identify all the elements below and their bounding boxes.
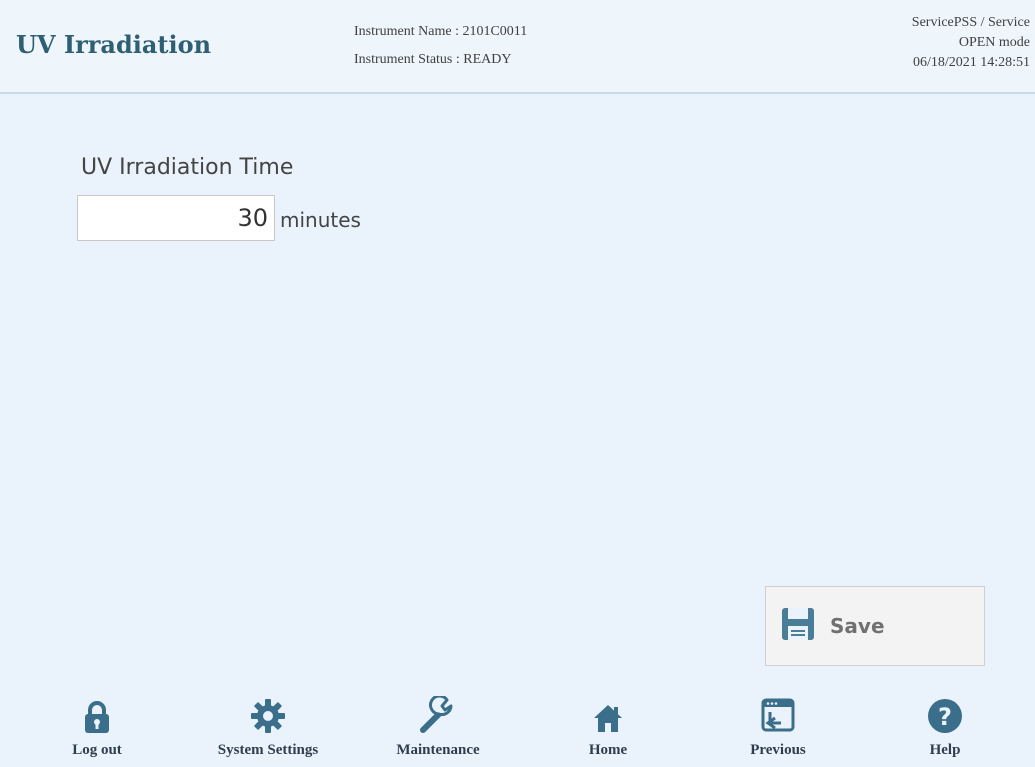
- uv-irradiation-time-input[interactable]: [77, 195, 275, 241]
- help-icon: ?: [927, 690, 963, 734]
- nav-system-settings-button[interactable]: System Settings: [193, 690, 343, 767]
- nav-system-settings-label: System Settings: [217, 742, 319, 758]
- header-bar: UV Irradiation Instrument Name : 2101C00…: [0, 0, 1035, 94]
- access-mode: OPEN mode: [958, 35, 1030, 50]
- save-button[interactable]: Save: [765, 586, 985, 666]
- instrument-name: Instrument Name : 2101C0011: [354, 24, 528, 39]
- nav-logout-label: Log out: [72, 742, 122, 758]
- user-account: ServicePSS / Service: [911, 15, 1030, 30]
- lock-icon: [83, 690, 111, 734]
- user-info: ServicePSS / Service OPEN mode 06/18/202…: [912, 13, 1030, 73]
- nav-previous-label: Previous: [750, 742, 806, 758]
- nav-home-button[interactable]: Home: [533, 690, 683, 767]
- nav-logout-button[interactable]: Log out: [22, 690, 172, 767]
- floppy-disk-icon: [780, 606, 816, 646]
- current-datetime: 06/18/2021 14:28:51: [912, 55, 1030, 70]
- instrument-status: Instrument Status : READY: [354, 52, 512, 67]
- nav-help-button[interactable]: ? Help: [870, 690, 1020, 767]
- nav-maintenance-label: Maintenance: [396, 742, 480, 758]
- nav-help-label: Help: [929, 742, 961, 758]
- gear-icon: [250, 690, 286, 734]
- uv-irradiation-time-label: UV Irradiation Time: [81, 155, 294, 180]
- wrench-icon: [419, 690, 457, 734]
- save-button-label: Save: [830, 614, 885, 638]
- previous-window-icon: [761, 690, 795, 734]
- unit-label: minutes: [280, 208, 361, 232]
- nav-home-label: Home: [588, 742, 628, 758]
- nav-previous-button[interactable]: Previous: [703, 690, 853, 767]
- nav-maintenance-button[interactable]: Maintenance: [363, 690, 513, 767]
- page-title: UV Irradiation: [16, 30, 212, 59]
- footer-nav: Log out System Settings Maintenance Home…: [0, 690, 1035, 767]
- home-icon: [592, 690, 624, 734]
- svg-text:?: ?: [938, 703, 952, 731]
